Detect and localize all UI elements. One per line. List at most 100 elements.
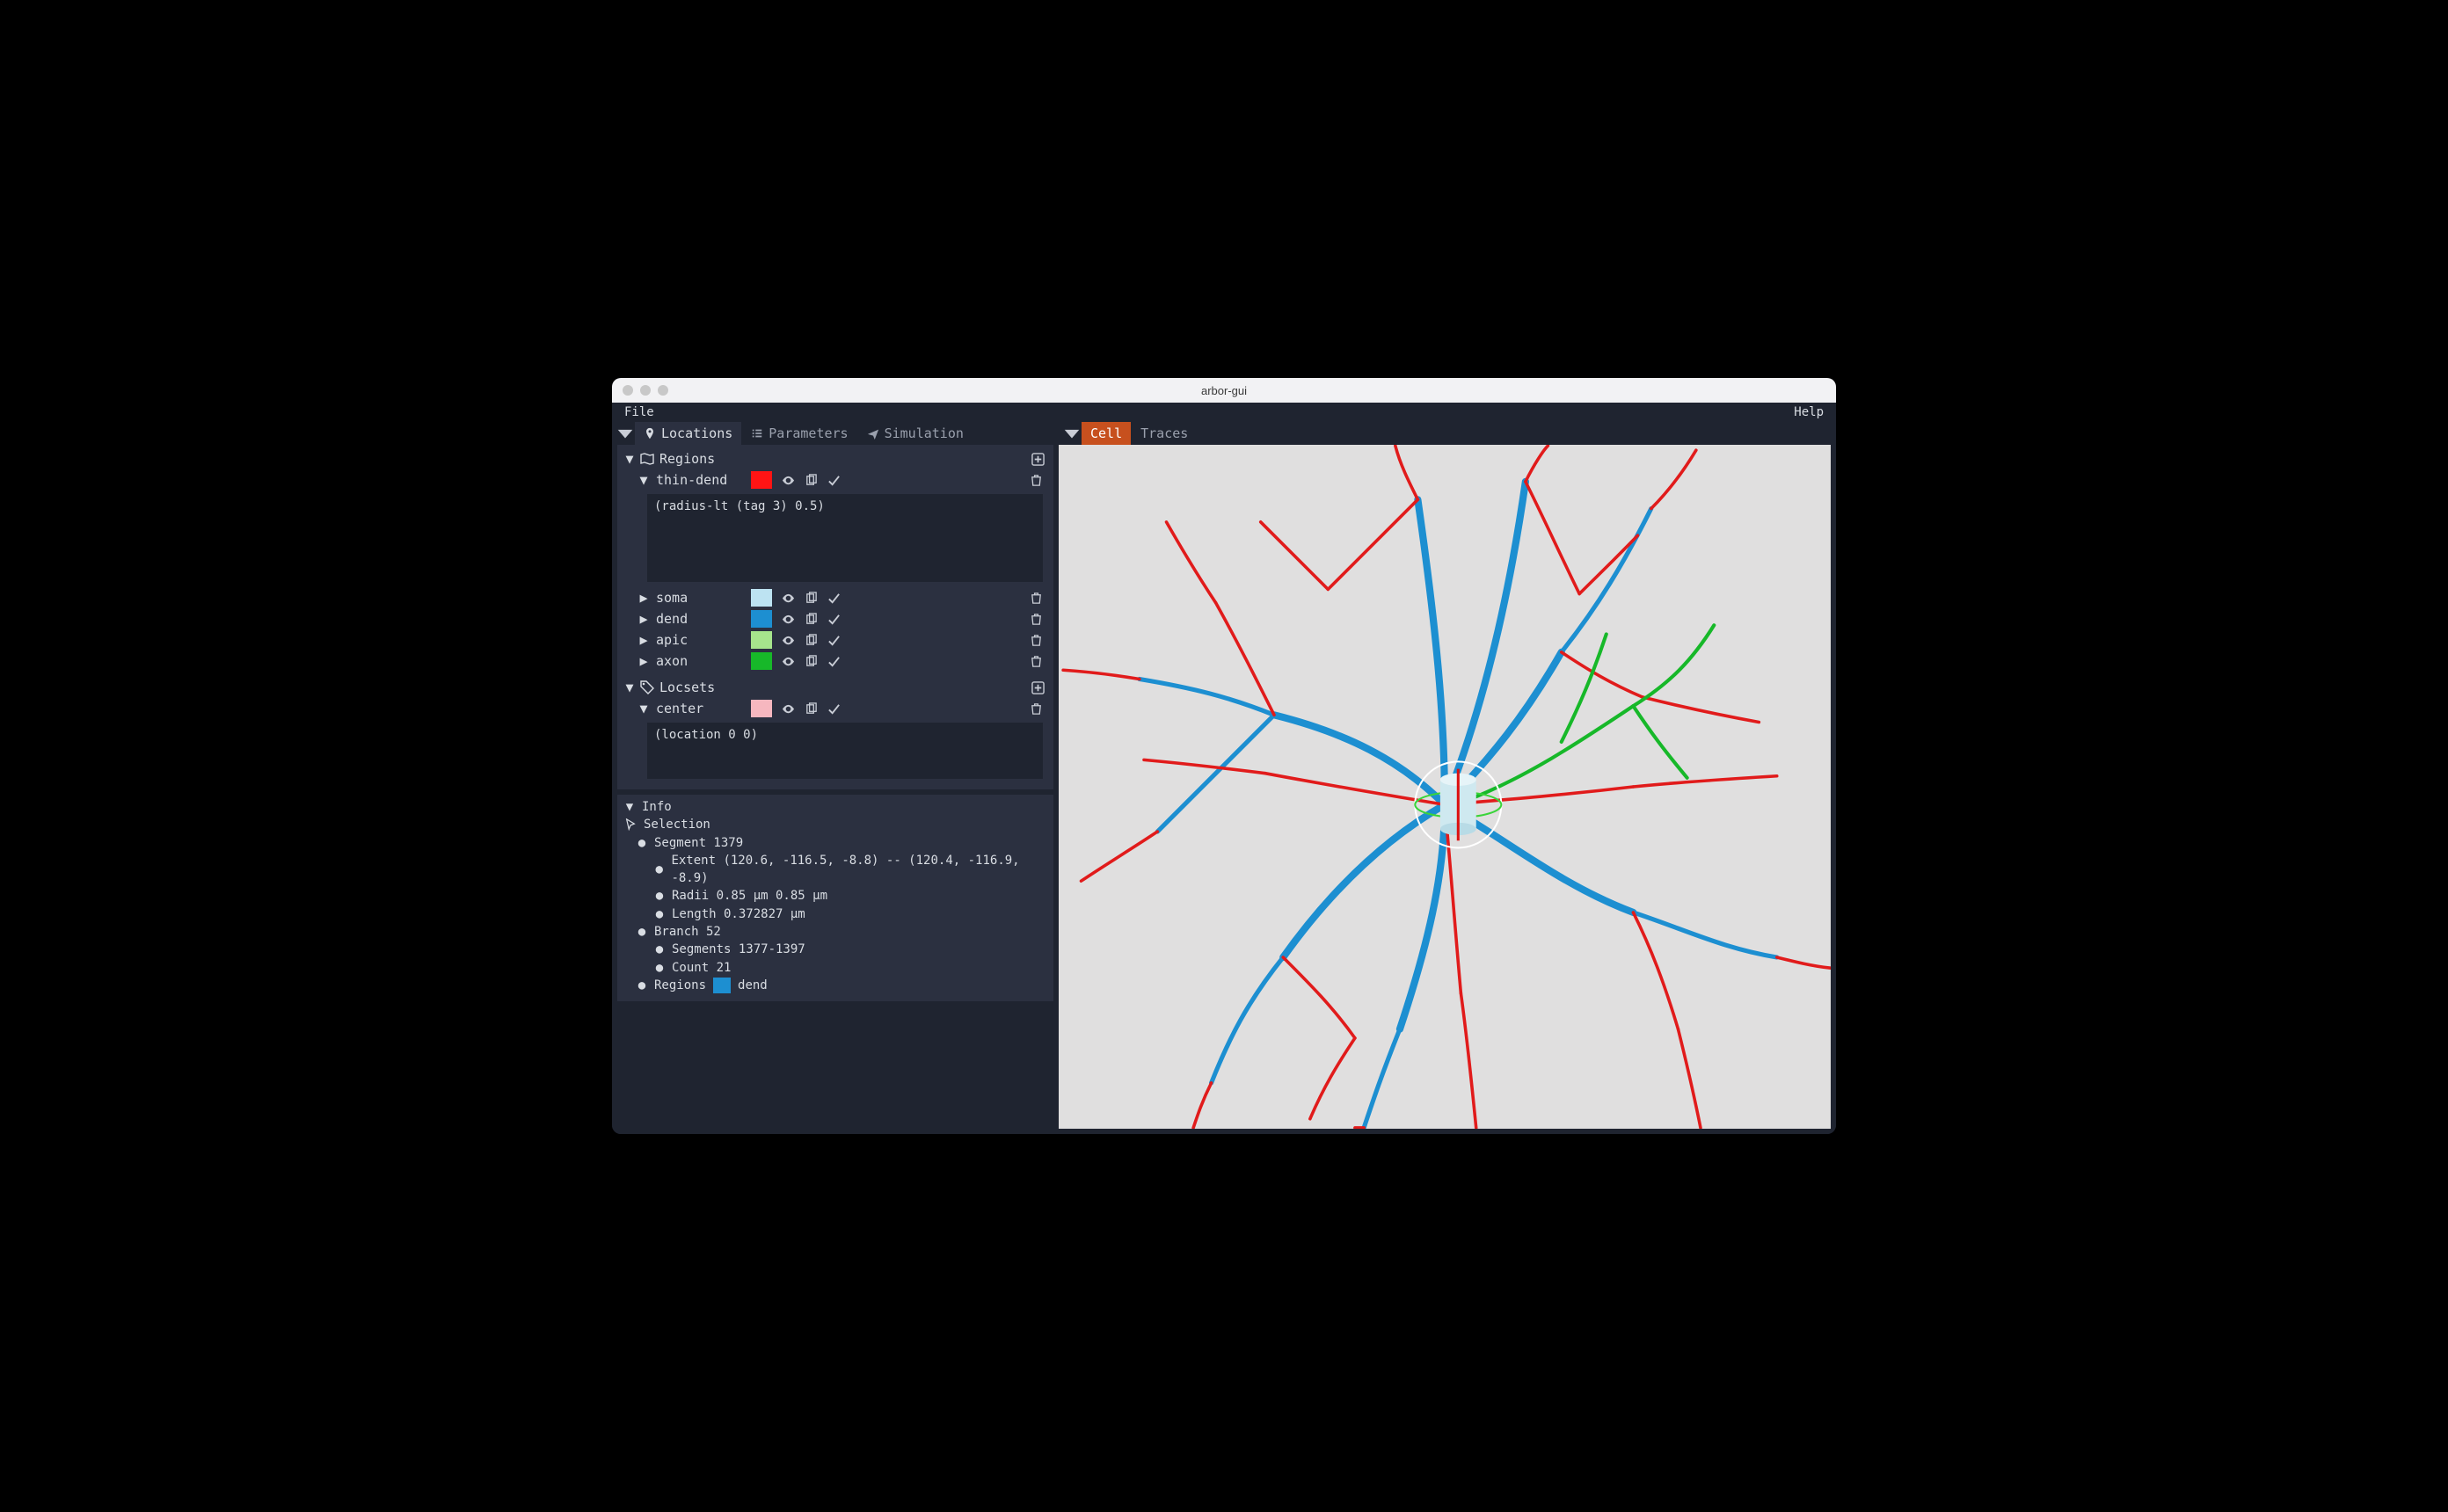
delete-locset-button[interactable]: [1027, 700, 1045, 717]
locset-name: center: [656, 701, 744, 716]
region-row-thin-dend[interactable]: ▼ thin-dend: [623, 469, 1048, 491]
left-tab-bar: Locations Parameters Simulation: [612, 422, 1059, 445]
check-icon: [827, 702, 841, 716]
visibility-toggle[interactable]: [779, 700, 797, 717]
info-header[interactable]: ▼ Info: [624, 798, 1046, 816]
delete-region-button[interactable]: [1027, 589, 1045, 607]
right-tab-menu-button[interactable]: [1062, 422, 1082, 445]
info-regions: ● Regions dend: [624, 977, 1046, 994]
regions-header[interactable]: ▼ Regions: [623, 448, 1048, 469]
visibility-toggle[interactable]: [779, 589, 797, 607]
tab-simulation[interactable]: Simulation: [858, 422, 973, 445]
delete-region-button[interactable]: [1027, 652, 1045, 670]
copy-icon: [805, 474, 818, 487]
close-window-button[interactable]: [623, 385, 633, 396]
visibility-toggle[interactable]: [779, 610, 797, 628]
region-row-axon[interactable]: ▶ axon: [623, 651, 1048, 672]
neuron-morphology-render: [1059, 445, 1831, 1129]
menu-file[interactable]: File: [619, 403, 659, 421]
trash-icon: [1030, 655, 1043, 668]
region-color-swatch[interactable]: [751, 589, 772, 607]
region-color-swatch[interactable]: [751, 652, 772, 670]
copy-icon: [805, 592, 818, 605]
list-icon: [751, 427, 763, 440]
locset-color-swatch[interactable]: [751, 700, 772, 717]
locset-expression-input[interactable]: (location 0 0): [647, 723, 1043, 779]
duplicate-button[interactable]: [802, 700, 820, 717]
add-region-button[interactable]: [1029, 450, 1046, 468]
tab-cell[interactable]: Cell: [1082, 422, 1132, 445]
apply-button[interactable]: [825, 589, 842, 607]
region-expression-input[interactable]: (radius-lt (tag 3) 0.5): [647, 494, 1043, 582]
tab-locations[interactable]: Locations: [635, 422, 742, 445]
info-radii: ●Radii 0.85 µm 0.85 µm: [624, 887, 1046, 905]
visibility-toggle[interactable]: [779, 631, 797, 649]
delete-region-button[interactable]: [1027, 631, 1045, 649]
duplicate-button[interactable]: [802, 631, 820, 649]
duplicate-button[interactable]: [802, 471, 820, 489]
window-title: arbor-gui: [612, 384, 1836, 397]
copy-icon: [805, 634, 818, 647]
info-panel: ▼ Info Selection ●Segment 1379 ●Extent (…: [617, 795, 1053, 1001]
tab-parameters[interactable]: Parameters: [742, 422, 857, 445]
apply-button[interactable]: [825, 652, 842, 670]
region-name: soma: [656, 590, 744, 606]
duplicate-button[interactable]: [802, 610, 820, 628]
map-icon: [640, 452, 654, 466]
region-name: dend: [656, 611, 744, 627]
region-color-swatch[interactable]: [751, 631, 772, 649]
cell-3d-viewport[interactable]: [1059, 445, 1831, 1129]
visibility-toggle[interactable]: [779, 652, 797, 670]
info-selection: Selection: [624, 816, 1046, 833]
title-bar: arbor-gui: [612, 378, 1836, 403]
check-icon: [827, 634, 841, 647]
eye-icon: [782, 702, 795, 716]
region-name: apic: [656, 632, 744, 648]
trash-icon: [1030, 613, 1043, 626]
duplicate-button[interactable]: [802, 589, 820, 607]
region-color-swatch[interactable]: [751, 610, 772, 628]
maximize-window-button[interactable]: [658, 385, 668, 396]
tab-simulation-label: Simulation: [885, 425, 964, 441]
delete-region-button[interactable]: [1027, 471, 1045, 489]
tab-cell-label: Cell: [1090, 425, 1122, 441]
apply-button[interactable]: [825, 631, 842, 649]
apply-button[interactable]: [825, 700, 842, 717]
regions-header-label: Regions: [659, 451, 715, 467]
locset-row-center[interactable]: ▼ center: [623, 698, 1048, 719]
info-header-label: Info: [642, 798, 672, 816]
menu-help[interactable]: Help: [1789, 403, 1829, 421]
duplicate-button[interactable]: [802, 652, 820, 670]
copy-icon: [805, 655, 818, 668]
trash-icon: [1030, 702, 1043, 716]
info-segments: ●Segments 1377-1397: [624, 941, 1046, 958]
trash-icon: [1030, 634, 1043, 647]
region-color-swatch[interactable]: [751, 471, 772, 489]
region-row-soma[interactable]: ▶ soma: [623, 587, 1048, 608]
left-tab-menu-button[interactable]: [616, 422, 635, 445]
apply-button[interactable]: [825, 610, 842, 628]
copy-icon: [805, 613, 818, 626]
visibility-toggle[interactable]: [779, 471, 797, 489]
tab-traces-label: Traces: [1140, 425, 1188, 441]
tab-locations-label: Locations: [661, 425, 732, 441]
check-icon: [827, 655, 841, 668]
menu-down-icon: [616, 424, 635, 443]
apply-button[interactable]: [825, 471, 842, 489]
region-row-apic[interactable]: ▶ apic: [623, 629, 1048, 651]
caret-right-icon: ▶: [638, 611, 649, 627]
caret-right-icon: ▶: [638, 653, 649, 669]
check-icon: [827, 613, 841, 626]
region-row-dend[interactable]: ▶ dend: [623, 608, 1048, 629]
info-extent: ●Extent (120.6, -116.5, -8.8) -- (120.4,…: [624, 852, 1046, 888]
minimize-window-button[interactable]: [640, 385, 651, 396]
tab-traces[interactable]: Traces: [1132, 422, 1198, 445]
add-locset-button[interactable]: [1029, 679, 1046, 696]
eye-icon: [782, 634, 795, 647]
left-pane: Locations Parameters Simulation ▼ Region…: [612, 422, 1059, 1134]
delete-region-button[interactable]: [1027, 610, 1045, 628]
locsets-header[interactable]: ▼ Locsets: [623, 677, 1048, 698]
content-area: Locations Parameters Simulation ▼ Region…: [612, 422, 1836, 1134]
info-selection-label: Selection: [644, 816, 710, 833]
eye-icon: [782, 592, 795, 605]
